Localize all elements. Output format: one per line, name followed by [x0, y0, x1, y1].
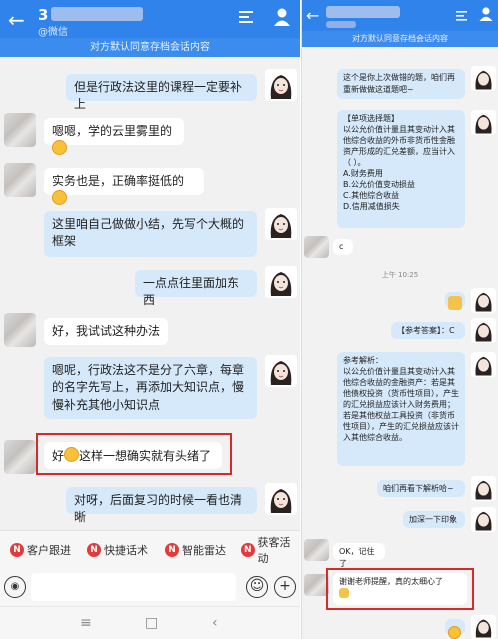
quick-action-quick-phrases[interactable]: N 快捷话术 — [87, 539, 148, 561]
message-bubble-incoming: 好这样一想确实就有头绪了 — [44, 442, 222, 469]
message-bubble-incoming: 实务也是，正确率挺低的 — [44, 168, 204, 206]
profile-icon[interactable] — [272, 7, 292, 27]
input-bar: ◉ ☺ + — [0, 568, 300, 606]
teacher-avatar — [265, 266, 297, 298]
message-bubble-outgoing: 这里咱自己做做小结，先写个大概的框架 — [44, 211, 257, 257]
left-header: ← 3 @微信 对方默认同意存档会话内容 — [0, 0, 300, 57]
teacher-avatar — [265, 69, 297, 101]
bolt-icon: N — [241, 543, 255, 557]
redacted-subtitle — [326, 21, 356, 28]
message-bubble-outgoing: 咱们再看下解析哈~ — [377, 480, 465, 497]
contact-name: 3 — [38, 6, 144, 24]
quick-action-label: 智能雷达 — [182, 544, 226, 557]
back-arrow-icon[interactable]: ← — [306, 8, 319, 24]
student-avatar — [4, 313, 36, 347]
redacted-name — [326, 6, 400, 18]
system-nav-bar: ≡ □ ‹ — [0, 606, 300, 639]
quick-action-label: 获客活动 — [257, 536, 291, 565]
message-bubble-outgoing: 【参考答案】：C — [391, 322, 465, 339]
emoji-sticker — [445, 619, 465, 639]
teacher-avatar — [471, 476, 496, 501]
quick-action-label: 快捷话术 — [104, 544, 148, 557]
menu-icon[interactable] — [455, 8, 469, 22]
teacher-avatar — [265, 483, 297, 515]
archive-notice: 对方默认同意存档会话内容 — [0, 38, 300, 57]
thumbs-up-icon — [339, 587, 349, 598]
thumbs-up-sticker — [445, 292, 465, 310]
timestamp: 上午 10:25 — [381, 271, 419, 279]
teacher-avatar — [265, 208, 297, 240]
student-avatar — [304, 539, 329, 561]
student-avatar — [4, 113, 36, 147]
message-input[interactable] — [31, 573, 236, 601]
back-arrow-icon[interactable]: ← — [8, 10, 25, 30]
message-bubble-outgoing: 对呀，后面复习的时候一看也清晰 — [66, 487, 257, 524]
teacher-avatar — [471, 288, 496, 313]
message-bubble-outgoing: 加深一下印象 — [403, 511, 465, 528]
plus-icon[interactable]: + — [274, 576, 296, 598]
message-text: 谢谢老师提醒，真的太细心了 — [339, 577, 443, 586]
message-text: 实务也是，正确率挺低的 — [52, 174, 185, 188]
quick-action-bar: N 客户跟进 N 快捷话术 N 智能雷达 N 获客活动 — [0, 530, 300, 568]
grin-emoji-icon — [64, 447, 80, 462]
teacher-avatar — [471, 352, 496, 377]
quick-action-customer-followup[interactable]: N 客户跟进 — [10, 539, 71, 561]
quick-action-smart-radar[interactable]: N 智能雷达 — [165, 539, 226, 561]
message-bubble-incoming: c — [333, 239, 353, 255]
menu-nav-icon[interactable]: ≡ — [80, 615, 92, 631]
menu-icon[interactable] — [238, 9, 256, 25]
back-nav-icon[interactable]: ‹ — [212, 615, 218, 631]
teacher-avatar — [471, 318, 496, 343]
bolt-icon: N — [10, 543, 24, 557]
emoji-icon[interactable]: ☺ — [246, 576, 268, 598]
smile-emoji-icon — [448, 626, 461, 639]
explanation-card: 参考解析： 以公允价值计量且其变动计入其他综合收益的金融资产：若是其他债权投资（… — [337, 352, 465, 466]
smile-emoji-icon — [52, 190, 67, 206]
question-card: 【单项选择题】 以公允价值计量且其变动计入其他综合收益的外币非货币性金融资产形成… — [337, 110, 465, 228]
archive-notice: 对方默认同意存档会话内容 — [302, 31, 498, 47]
redacted-name — [51, 7, 144, 21]
teacher-avatar — [265, 355, 297, 387]
message-bubble-outgoing: 这个是你上次做错的题，咱们再重新做做这道题吧~ — [337, 69, 465, 99]
message-bubble-incoming: 谢谢老师提醒，真的太细心了 — [333, 573, 467, 605]
left-chat-screen: ← 3 @微信 对方默认同意存档会话内容 但是行政法这里的课程一定要补上 嗯嗯，… — [0, 0, 300, 639]
teacher-avatar — [471, 110, 496, 135]
message-text: 好 — [52, 449, 65, 463]
student-avatar — [4, 440, 36, 474]
message-text: 这样一想确实就有头绪了 — [79, 449, 212, 463]
contact-name-prefix: 3 — [38, 6, 49, 24]
right-header: ← 对方默认同意存档会话内容 — [302, 0, 498, 47]
bolt-icon: N — [165, 543, 179, 557]
voice-icon[interactable]: ◉ — [4, 576, 26, 598]
teacher-avatar — [471, 615, 496, 639]
profile-icon[interactable] — [478, 6, 494, 22]
contact-subtitle: @微信 — [38, 27, 68, 38]
message-bubble-outgoing: 但是行政法这里的课程一定要补上 — [66, 74, 257, 111]
right-chat-screen: ← 对方默认同意存档会话内容 这个是你上次做错的题，咱们再重新做做这道题吧~ 【… — [301, 0, 498, 639]
message-bubble-incoming: 嗯嗯，学的云里雾里的 — [44, 118, 184, 156]
home-nav-icon[interactable]: □ — [145, 615, 158, 631]
teacher-avatar — [471, 507, 496, 532]
quick-action-acquisition[interactable]: N 获客活动 — [241, 536, 300, 565]
message-bubble-outgoing: 一点点往里面加东西 — [135, 270, 257, 307]
message-text: 嗯嗯，学的云里雾里的 — [52, 124, 173, 138]
quick-action-label: 客户跟进 — [27, 544, 71, 557]
student-avatar — [304, 236, 329, 258]
bolt-icon: N — [87, 543, 101, 557]
confused-emoji-icon — [52, 140, 67, 156]
message-bubble-incoming: 好，我试试这种办法 — [44, 318, 168, 345]
teacher-avatar — [471, 66, 496, 91]
message-bubble-outgoing: 嗯呢，行政法这不是分了六章，每章的名字先写上，再添加大知识点，慢慢补充其他小知识… — [44, 357, 257, 419]
thumbs-up-icon — [448, 296, 462, 310]
student-avatar — [4, 163, 36, 197]
message-bubble-incoming: OK，记住了 — [333, 543, 385, 568]
